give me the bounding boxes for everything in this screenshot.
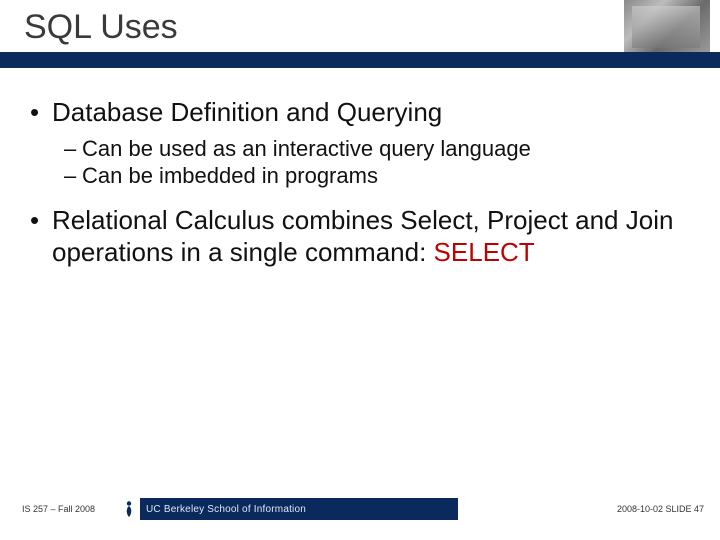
spacer <box>30 190 690 204</box>
slide-title: SQL Uses <box>24 8 178 47</box>
footer-school-name: UC Berkeley School of Information <box>146 504 306 515</box>
footer: IS 257 – Fall 2008 UC Berkeley School of… <box>0 492 720 526</box>
bullet-level1: Database Definition and Querying <box>30 96 690 129</box>
keyword-select: SELECT <box>434 237 535 267</box>
footer-left-text: IS 257 – Fall 2008 <box>22 504 95 514</box>
footer-right-text: 2008-10-02 SLIDE 47 <box>617 504 704 514</box>
bullet-level1: Relational Calculus combines Select, Pro… <box>30 204 690 269</box>
bullet-text: Relational Calculus combines Select, Pro… <box>52 205 673 268</box>
title-band: SQL Uses <box>0 0 720 70</box>
slide: SQL Uses Database Definition and Queryin… <box>0 0 720 540</box>
bullet-level2: Can be imbedded in programs <box>30 162 690 190</box>
school-logo-icon <box>118 498 140 520</box>
title-underline <box>0 52 720 68</box>
bullet-level2: Can be used as an interactive query lang… <box>30 135 690 163</box>
content-area: Database Definition and Querying Can be … <box>30 96 690 275</box>
title-photo <box>624 0 710 52</box>
footer-bar: UC Berkeley School of Information <box>122 498 458 520</box>
